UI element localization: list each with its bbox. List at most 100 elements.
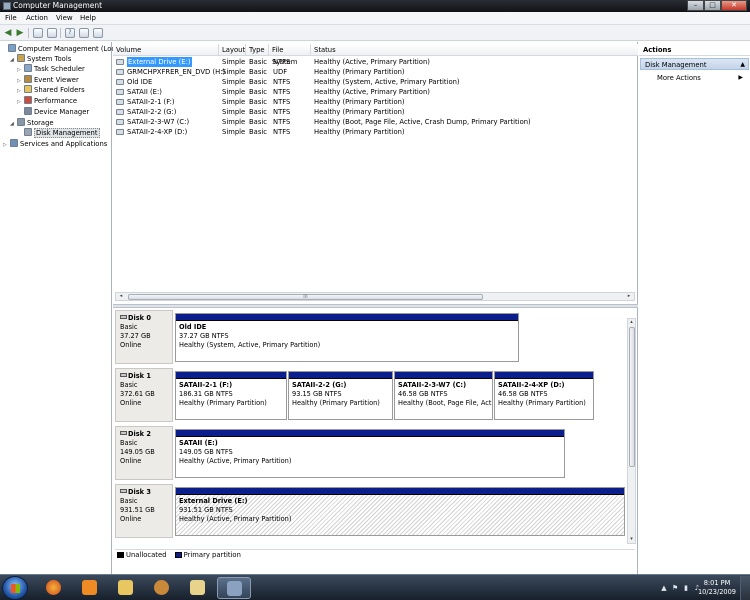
partition-block[interactable]: SATAII (E:) 149.05 GB NTFS Healthy (Acti… <box>175 429 565 478</box>
column-header-type[interactable]: Type <box>246 44 269 56</box>
pane-splitter[interactable] <box>113 304 638 308</box>
partition-block-selected[interactable]: External Drive (E:) 931.51 GB NTFS Healt… <box>175 487 625 536</box>
forward-arrow-icon[interactable]: ▶ <box>15 28 25 38</box>
notepad-icon <box>190 580 205 595</box>
start-button[interactable] <box>2 576 28 600</box>
scroll-left-icon[interactable]: ◂ <box>117 293 125 300</box>
volume-file-system: NTFS <box>273 128 291 136</box>
clock-time: 8:01 PM <box>703 579 731 587</box>
show-desktop-button[interactable] <box>740 576 750 600</box>
volume-row[interactable]: External Drive (E:) Simple Basic NTFS Health… <box>113 57 638 67</box>
more-actions-item[interactable]: More Actions ▶ <box>657 73 747 83</box>
disk-label[interactable]: Disk 3 Basic 931.51 GB Online <box>115 484 173 538</box>
taskbar-app-computer-management[interactable] <box>217 577 251 599</box>
partition-block[interactable]: Old IDE 37.27 GB NTFS Healthy (System, A… <box>175 313 519 362</box>
action-center-flag-icon[interactable]: ⚑ <box>671 584 679 592</box>
vertical-scrollbar[interactable]: ▴ ▾ <box>627 318 636 544</box>
help-icon[interactable]: ? <box>65 28 75 38</box>
primary-partition-bar <box>495 372 593 379</box>
tree-item-system-tools[interactable]: ◢ System Tools <box>10 54 71 64</box>
scrollbar-thumb[interactable]: III <box>128 294 483 300</box>
tree-item-shared-folders[interactable]: ▷ Shared Folders <box>17 85 85 95</box>
minimize-button[interactable]: – <box>687 0 704 11</box>
disk-type: Basic <box>120 323 138 331</box>
services-icon <box>10 139 18 147</box>
tree-item-device-manager[interactable]: Device Manager <box>17 107 89 117</box>
column-header-file-system[interactable]: File System <box>269 44 311 66</box>
show-hide-tree-icon[interactable] <box>47 28 57 38</box>
close-button[interactable]: ✕ <box>721 0 747 11</box>
menu-action[interactable]: Action <box>26 14 48 23</box>
disk-graphical-view: Disk 0 Basic 37.27 GB Online Old IDE 37.… <box>115 310 627 542</box>
partition-block[interactable]: SATAII-2-2 (G:) 93.15 GB NTFS Healthy (P… <box>288 371 393 420</box>
taskbar-app-user[interactable] <box>145 577 179 599</box>
disk-label[interactable]: Disk 0 Basic 37.27 GB Online <box>115 310 173 364</box>
tree-item-computer-management[interactable]: Computer Management (Local <box>1 44 121 54</box>
extra-icon[interactable] <box>93 28 103 38</box>
expand-arrow-icon[interactable]: ▷ <box>17 65 24 75</box>
scrollbar-thumb[interactable] <box>629 327 635 467</box>
expand-arrow-icon[interactable]: ▷ <box>17 86 24 96</box>
scroll-right-icon[interactable]: ▸ <box>625 293 633 300</box>
volume-row[interactable]: SATAII-2-3-W7 (C:) Simple Basic NTFS Healthy… <box>113 117 638 127</box>
taskbar-app-notepad[interactable] <box>181 577 215 599</box>
actions-section-disk-management[interactable]: Disk Management ▲ <box>640 58 749 70</box>
partition-block[interactable]: SATAII-2-3-W7 (C:) 46.58 GB NTFS Healthy… <box>394 371 493 420</box>
disk-label[interactable]: Disk 2 Basic 149.05 GB Online <box>115 426 173 480</box>
volume-row[interactable]: Old IDE Simple Basic NTFS Healthy (System, A… <box>113 77 638 87</box>
disk-label[interactable]: Disk 1 Basic 372.61 GB Online <box>115 368 173 422</box>
network-icon[interactable]: ▮ <box>682 584 690 592</box>
tree-item-label: Shared Folders <box>34 86 85 94</box>
collapse-arrow-icon[interactable]: ◢ <box>10 55 17 65</box>
up-folder-icon[interactable] <box>33 28 43 38</box>
tree-item-event-viewer[interactable]: ▷ Event Viewer <box>17 75 79 85</box>
menu-help[interactable]: Help <box>80 14 96 23</box>
toolbar-separator <box>28 28 29 38</box>
scroll-down-icon[interactable]: ▾ <box>628 536 635 543</box>
tree-item-storage[interactable]: ◢ Storage <box>10 118 54 128</box>
column-header-status[interactable]: Status <box>311 44 638 56</box>
taskbar-app-explorer[interactable] <box>109 577 143 599</box>
scroll-up-icon[interactable]: ▴ <box>628 319 635 326</box>
partition-block[interactable]: SATAII-2-4-XP (D:) 46.58 GB NTFS Healthy… <box>494 371 594 420</box>
volume-row[interactable]: GRMCHPXFRER_EN_DVD (H:) Simple Basic UDF Hea… <box>113 67 638 77</box>
column-header-volume[interactable]: Volume <box>113 44 219 56</box>
volume-row[interactable]: SATAII-2-2 (G:) Simple Basic NTFS Healthy (P… <box>113 107 638 117</box>
volume-type: Basic <box>249 58 267 66</box>
volume-drive-icon <box>116 129 124 135</box>
properties-icon[interactable] <box>79 28 89 38</box>
volume-drive-icon <box>116 99 124 105</box>
tree-item-services-and-applications[interactable]: ▷ Services and Applications <box>3 139 107 149</box>
disk-size: 149.05 GB <box>120 448 155 456</box>
volume-row[interactable]: SATAII-2-4-XP (D:) Simple Basic NTFS Healthy… <box>113 127 638 137</box>
show-hidden-icons-icon[interactable]: ▲ <box>660 584 668 592</box>
back-arrow-icon[interactable]: ◀ <box>3 28 13 38</box>
maximize-button[interactable]: □ <box>704 0 721 11</box>
volume-drive-icon <box>116 109 124 115</box>
tree-item-label: Device Manager <box>34 108 90 116</box>
window-controls: – □ ✕ <box>687 0 747 11</box>
collapse-caret-icon[interactable]: ▲ <box>740 59 745 71</box>
tree-item-disk-management[interactable]: Disk Management <box>17 128 100 138</box>
column-header-layout[interactable]: Layout <box>219 44 246 56</box>
tree-item-performance[interactable]: ▷ Performance <box>17 96 77 106</box>
clock[interactable]: 8:01 PM 10/23/2009 <box>698 579 736 597</box>
tree-item-task-scheduler[interactable]: ▷ Task Scheduler <box>17 64 85 74</box>
disk-type: Basic <box>120 381 138 389</box>
volume-layout: Simple <box>222 68 246 76</box>
menu-file[interactable]: File <box>5 14 17 23</box>
window-title: Computer Management <box>13 1 103 10</box>
disk-state: Online <box>120 515 142 523</box>
partition-block[interactable]: SATAII-2-1 (F:) 186.31 GB NTFS Healthy (… <box>175 371 287 420</box>
expand-arrow-icon[interactable]: ▷ <box>3 140 10 150</box>
taskbar-app-firefox[interactable] <box>37 577 71 599</box>
disk-state: Online <box>120 399 142 407</box>
volume-row[interactable]: SATAII-2-1 (F:) Simple Basic NTFS Healthy (P… <box>113 97 638 107</box>
taskbar-app-media-player[interactable] <box>73 577 107 599</box>
horizontal-scrollbar[interactable]: ◂ III ▸ <box>115 292 635 301</box>
expand-arrow-icon[interactable]: ▷ <box>17 97 24 107</box>
collapse-arrow-icon[interactable]: ◢ <box>10 119 17 129</box>
explorer-folder-icon <box>118 580 133 595</box>
volume-row[interactable]: SATAII (E:) Simple Basic NTFS Healthy (Activ… <box>113 87 638 97</box>
menu-view[interactable]: View <box>56 14 73 23</box>
